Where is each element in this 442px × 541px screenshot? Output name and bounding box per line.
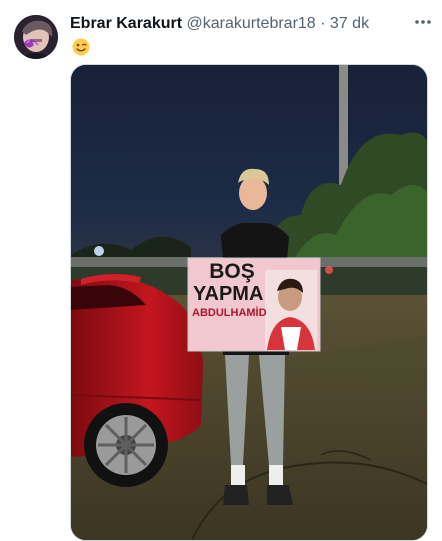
- winking-face-emoji: [72, 38, 90, 56]
- sign-line-3: ABDULHAMİD: [192, 307, 267, 319]
- author-avatar[interactable]: [14, 15, 58, 59]
- ellipsis-icon[interactable]: [414, 12, 432, 30]
- tweet[interactable]: Ebrar Karakurt @karakurtebrar18 · 37 dk: [0, 0, 442, 541]
- tweet-timestamp[interactable]: 37 dk: [330, 15, 369, 32]
- sign-line-1: BOŞ: [209, 260, 255, 283]
- tweet-photo[interactable]: BOŞ YAPMA ABDULHAMİD: [70, 64, 428, 541]
- avatar-image: [14, 15, 58, 59]
- author-handle[interactable]: @karakurtebrar18: [187, 15, 316, 32]
- author-name[interactable]: Ebrar Karakurt: [70, 15, 182, 32]
- tweet-header: Ebrar Karakurt @karakurtebrar18 · 37 dk: [70, 14, 369, 34]
- sign-line-2: YAPMA: [193, 283, 264, 305]
- header-separator: ·: [320, 15, 326, 32]
- sign-text: BOŞ YAPMA ABDULHAMİD: [191, 261, 281, 321]
